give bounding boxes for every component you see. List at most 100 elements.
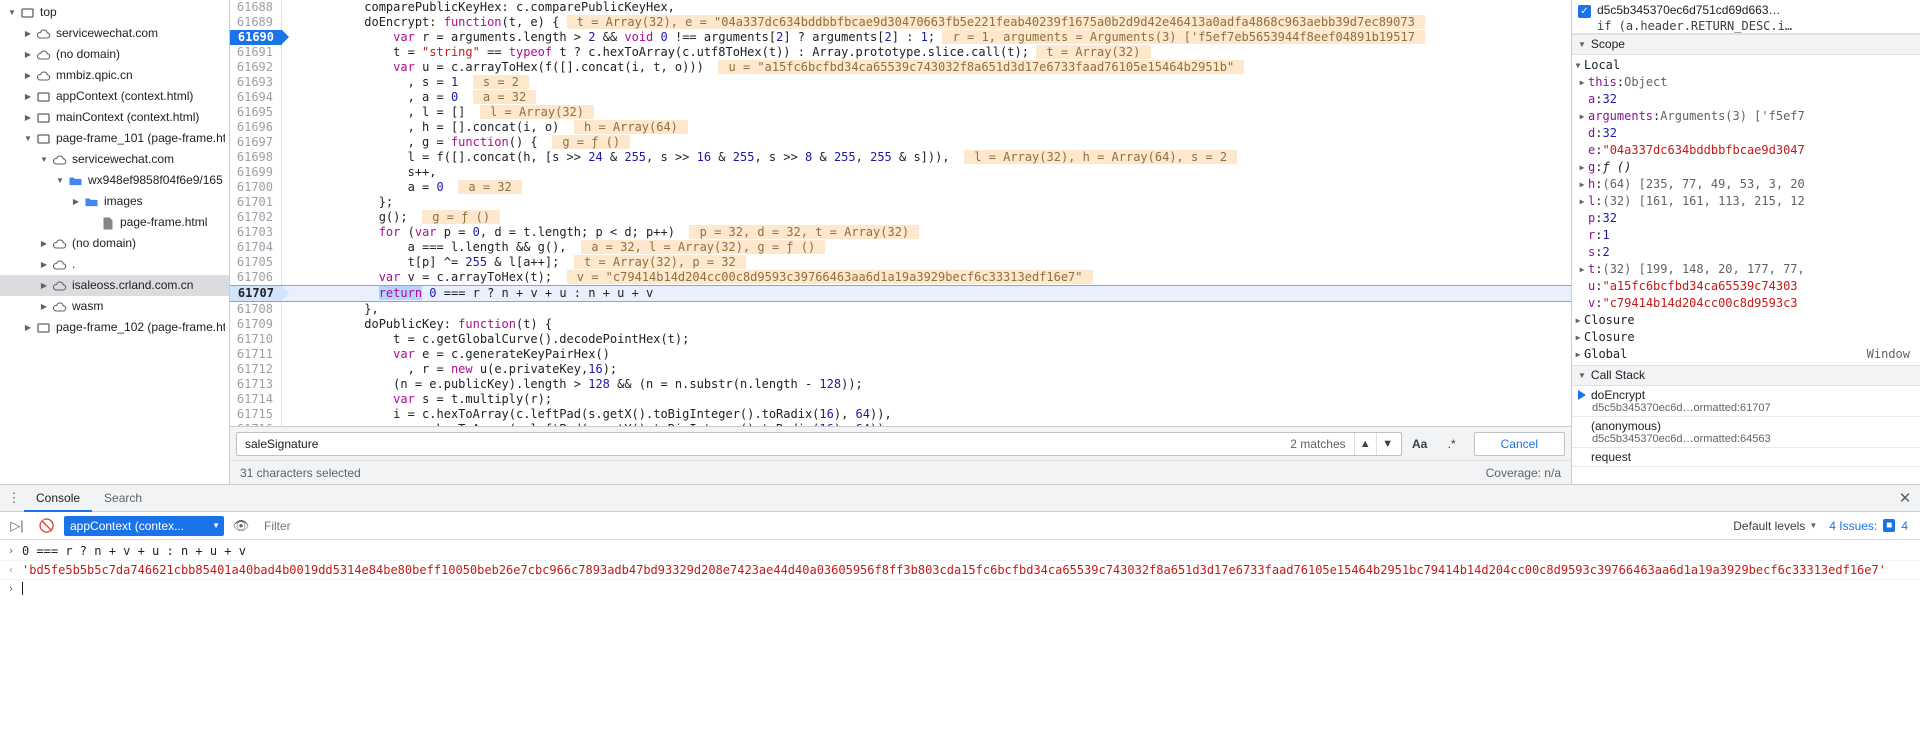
call-stack-frame[interactable]: request	[1572, 448, 1920, 467]
scope-variable-value[interactable]: "a15fc6bcfbd34ca65539c74303	[1602, 278, 1797, 295]
tree-item-servicewechat-com[interactable]: servicewechat.com	[0, 149, 229, 170]
sources-navigator-tree[interactable]: top servicewechat.com (no domain) mmbiz.qpi…	[0, 0, 230, 484]
code-line[interactable]: 61703 for (var p = 0, d = t.length; p < …	[230, 225, 1571, 240]
chevron-right-icon[interactable]: ▶	[1572, 312, 1584, 329]
scope-variable-value[interactable]: ƒ ()	[1602, 159, 1631, 176]
line-number[interactable]: 61702	[230, 210, 282, 225]
code-line[interactable]: 61689 doEncrypt: function(t, e) { t = Ar…	[230, 15, 1571, 30]
chevron-right-icon[interactable]: ▶	[1576, 193, 1588, 210]
scope-variable-row[interactable]: ▶ t: (32) [199, 148, 20, 177, 77,	[1572, 261, 1920, 278]
chevron-down-icon[interactable]	[54, 170, 66, 191]
tree-item-servicewechat-com[interactable]: servicewechat.com	[0, 23, 229, 44]
code-line[interactable]: 61706 var v = c.arrayToHex(t); v = "c794…	[230, 270, 1571, 285]
line-number[interactable]: 61705	[230, 255, 282, 270]
scope-group-global[interactable]: ▶ Global Window	[1572, 346, 1920, 363]
scope-variable-row[interactable]: ▶r: 1	[1572, 227, 1920, 244]
line-number[interactable]: 61716	[230, 422, 282, 426]
chevron-right-icon[interactable]	[22, 86, 34, 107]
code-line[interactable]: 61713 (n = e.publicKey).length > 128 && …	[230, 377, 1571, 392]
scope-variable-value[interactable]: (32) [161, 161, 113, 215, 12	[1602, 193, 1804, 210]
line-number[interactable]: 61696	[230, 120, 282, 135]
chevron-right-icon[interactable]	[38, 275, 50, 296]
code-line[interactable]: 61701 };	[230, 195, 1571, 210]
console-filter-input[interactable]	[258, 513, 1722, 538]
code-line[interactable]: 61715 i = c.hexToArray(c.leftPad(s.getX(…	[230, 407, 1571, 422]
line-number[interactable]: 61699	[230, 165, 282, 180]
tree-item-no-domain[interactable]: (no domain)	[0, 44, 229, 65]
clear-console-icon[interactable]: 🚫	[34, 514, 60, 538]
line-number[interactable]: 61711	[230, 347, 282, 362]
chevron-down-icon[interactable]	[6, 2, 18, 23]
scope-variable-value[interactable]: "c79414b14d204cc00c8d9593c3	[1602, 295, 1797, 312]
console-message[interactable]: ›	[0, 580, 1920, 598]
kebab-menu-icon[interactable]: ⋮	[4, 490, 24, 506]
scope-variable-row[interactable]: ▶ g: ƒ ()	[1572, 159, 1920, 176]
chevron-right-icon[interactable]: ▶	[1572, 329, 1584, 346]
chevron-right-icon[interactable]: ▶	[1576, 159, 1588, 176]
console-message-list[interactable]: › 0 === r ? n + v + u : n + u + v ‹ 'bd5fe5…	[0, 540, 1920, 741]
chevron-right-icon[interactable]: ▶	[1572, 346, 1584, 363]
chevron-right-icon[interactable]: ▶	[1576, 261, 1588, 278]
line-number[interactable]: 61690	[230, 30, 289, 45]
chevron-right-icon[interactable]	[22, 107, 34, 128]
line-number[interactable]: 61700	[230, 180, 282, 195]
scope-variable-row[interactable]: ▶ this: Object	[1572, 74, 1920, 91]
chevron-right-icon[interactable]	[22, 317, 34, 338]
scope-variable-value[interactable]: 32	[1602, 125, 1616, 142]
scope-variable-row[interactable]: ▶a: 32	[1572, 91, 1920, 108]
breakpoint-checkbox[interactable]: ✓	[1578, 5, 1591, 18]
line-number[interactable]: 61715	[230, 407, 282, 422]
code-line[interactable]: 61704 a === l.length && g(), a = 32, l =…	[230, 240, 1571, 255]
code-line[interactable]: 61696 , h = [].concat(i, o) h = Array(64…	[230, 120, 1571, 135]
search-cancel-button[interactable]: Cancel	[1473, 431, 1565, 456]
tree-item-no-domain[interactable]: (no domain)	[0, 233, 229, 254]
scope-local-group[interactable]: ▼ Local	[1572, 57, 1920, 74]
code-line[interactable]: 61693 , s = 1 s = 2	[230, 75, 1571, 90]
tree-item-[interactable]: .	[0, 254, 229, 275]
scope-variable-row[interactable]: ▶ h: (64) [235, 77, 49, 53, 3, 20	[1572, 176, 1920, 193]
code-line[interactable]: 61690 var r = arguments.length > 2 && vo…	[230, 30, 1571, 45]
tree-item-appcontext-context-html[interactable]: appContext (context.html)	[0, 86, 229, 107]
line-number[interactable]: 61695	[230, 105, 282, 120]
line-number[interactable]: 61709	[230, 317, 282, 332]
search-prev-button[interactable]: ▲	[1355, 432, 1377, 455]
drawer-tab-search[interactable]: Search	[92, 485, 154, 512]
chevron-right-icon[interactable]	[22, 23, 34, 44]
tree-item-top[interactable]: top	[0, 2, 229, 23]
code-line[interactable]: 61700 a = 0 a = 32	[230, 180, 1571, 195]
chevron-right-icon[interactable]	[22, 44, 34, 65]
line-number[interactable]: 61697	[230, 135, 282, 150]
scope-variable-value[interactable]: 2	[1602, 244, 1609, 261]
chevron-right-icon[interactable]	[70, 191, 82, 212]
scope-variable-row[interactable]: ▶ arguments: Arguments(3) ['f5ef7	[1572, 108, 1920, 125]
console-prompt-icon[interactable]: ▷|	[4, 514, 30, 538]
scope-variable-value[interactable]: "04a337dc634bddbbfbcae9d3047	[1602, 142, 1804, 159]
code-line[interactable]: 61716 o = c.hexToArray(c.leftPad(s.getY(…	[230, 422, 1571, 426]
close-icon[interactable]: ✕	[1890, 485, 1920, 512]
line-number[interactable]: 61713	[230, 377, 282, 392]
tree-item-page-frame-102-page-frame-htm[interactable]: page-frame_102 (page-frame.htm	[0, 317, 229, 338]
tree-item-wasm[interactable]: wasm	[0, 296, 229, 317]
regex-button[interactable]: .*	[1438, 432, 1466, 456]
scope-variable-row[interactable]: ▶d: 32	[1572, 125, 1920, 142]
breakpoint-item[interactable]: ✓ d5c5b345370ec6d751cd69d663…	[1572, 2, 1920, 19]
line-number[interactable]: 61689	[230, 15, 282, 30]
tree-item-page-frame-101-page-frame-htm[interactable]: page-frame_101 (page-frame.htm	[0, 128, 229, 149]
line-number[interactable]: 61710	[230, 332, 282, 347]
console-message[interactable]: › 0 === r ? n + v + u : n + u + v	[0, 542, 1920, 561]
line-number[interactable]: 61707	[230, 286, 289, 301]
issues-button[interactable]: 4 Issues: ■ 4	[1829, 519, 1916, 533]
search-input[interactable]	[243, 433, 1283, 454]
live-expression-icon[interactable]: 👁	[228, 514, 254, 538]
code-line[interactable]: 61692 var u = c.arrayToHex(f([].concat(i…	[230, 60, 1571, 75]
line-number[interactable]: 61691	[230, 45, 282, 60]
scope-variable-row[interactable]: ▶ l: (32) [161, 161, 113, 215, 12	[1572, 193, 1920, 210]
code-line[interactable]: 61707 return 0 === r ? n + v + u : n + u…	[230, 285, 1571, 302]
code-line[interactable]: 61697 , g = function() { g = ƒ ()	[230, 135, 1571, 150]
chevron-right-icon[interactable]	[38, 254, 50, 275]
scope-variable-row[interactable]: ▶p: 32	[1572, 210, 1920, 227]
search-next-button[interactable]: ▼	[1377, 433, 1399, 455]
console-levels-dropdown[interactable]: Default levels ▼	[1725, 519, 1825, 533]
code-line[interactable]: 61711 var e = c.generateKeyPairHex()	[230, 347, 1571, 362]
scope-variable-value[interactable]: Arguments(3) ['f5ef7	[1660, 108, 1805, 125]
